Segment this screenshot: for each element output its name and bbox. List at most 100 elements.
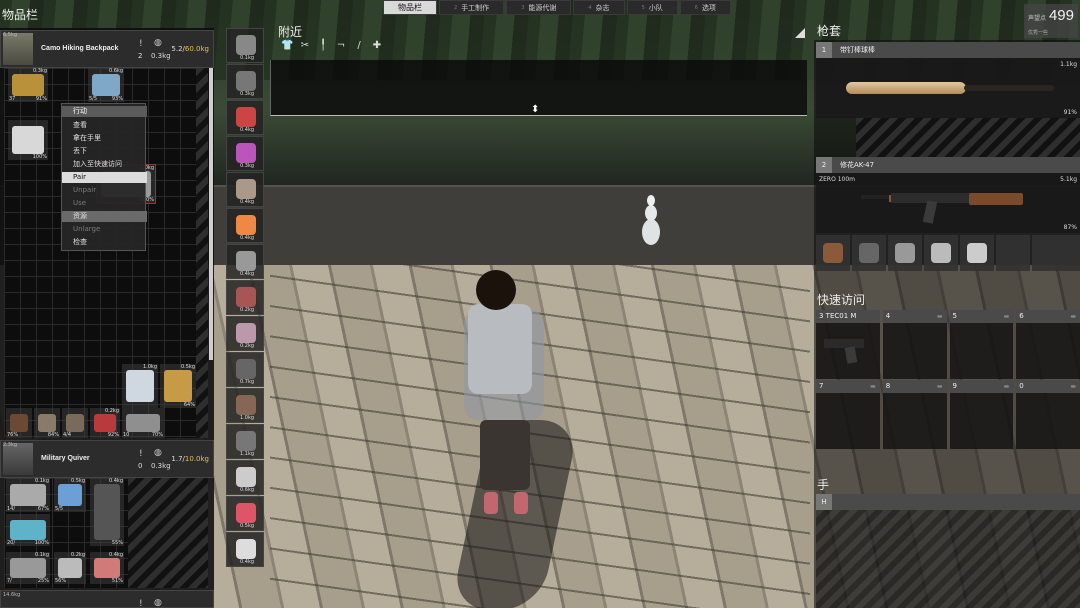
magazine-icon [931, 243, 951, 263]
hand-slot[interactable]: H [816, 494, 1080, 608]
quiver-slot[interactable]: 2.3kg Military Quiver ! ◍ 0 0.3kg 1.7/10… [0, 440, 214, 478]
arrow-bundle-item[interactable]: 0.1kg 7/25% [6, 552, 50, 584]
belt-slot[interactable]: 0.4kg [226, 100, 264, 135]
attachment-slot[interactable] [924, 235, 958, 271]
tab-squad[interactable]: 5 小队 [626, 0, 678, 15]
weapon-name: 带钉棒球棒 [840, 46, 875, 54]
belt-slot[interactable]: 0.4kg [226, 532, 264, 567]
attachment-slot[interactable] [888, 235, 922, 271]
water-bottle-item[interactable]: 0.6kg 5/5 93% [88, 68, 124, 102]
item-icon [236, 179, 256, 199]
clothing-filter-icon[interactable]: 👕 [281, 40, 293, 52]
tab-crafting[interactable]: 2 手工制作 [439, 0, 505, 15]
beer-bottle-item[interactable]: 0.5kg 64% [160, 364, 196, 408]
quick-slot-0[interactable]: 0 ▬ [1016, 380, 1080, 449]
item-icon [236, 503, 256, 523]
lock-icon: ▬ [870, 383, 876, 390]
resize-handle-icon[interactable]: ⬍ [531, 104, 539, 115]
radio-icon [12, 126, 44, 154]
knife-icon [94, 484, 120, 540]
ammo-icon: ! [139, 599, 143, 608]
belt-slot[interactable]: 0.7kg [226, 352, 264, 387]
quick-slot-7[interactable]: 7 ▬ [816, 380, 880, 449]
backpack-slot[interactable]: 6.5kg Camo Hiking Backpack ! ◍ 2 0.3kg 5… [0, 30, 214, 68]
item-icon [236, 323, 256, 343]
tab-metabolism[interactable]: 3 能源代谢 [506, 0, 572, 15]
attachment-slot[interactable] [852, 235, 886, 271]
can-item[interactable]: 84% [34, 408, 60, 438]
lower-slot[interactable]: 14.6kg ! ◍ [0, 590, 214, 608]
menu-item-quick-access[interactable]: 加入至快速访问 [62, 159, 147, 170]
tab-inventory[interactable]: 物品栏 [383, 0, 437, 15]
belt-slot[interactable]: 0.4kg [226, 208, 264, 243]
belt-slot[interactable]: 1.1kg [226, 424, 264, 459]
belt-slot[interactable]: 0.3kg [226, 64, 264, 99]
menu-item-inspect[interactable]: 查看 [62, 120, 147, 131]
belt-slot[interactable]: 0.1kg [226, 28, 264, 63]
quick-slot-4[interactable]: 4 ▬ [882, 310, 947, 379]
attachment-slot[interactable] [960, 235, 994, 271]
quick-slot-5[interactable]: 5 ▬ [949, 310, 1014, 379]
belt-slot[interactable]: 0.4kg [226, 172, 264, 207]
item-icon [236, 359, 256, 379]
ammo-filter-icon[interactable]: ╿ [317, 40, 329, 52]
item-icon [236, 35, 256, 55]
ammo-item[interactable]: 0.3kg 37 91% [8, 68, 48, 102]
item-icon [236, 143, 256, 163]
tab-magazine[interactable]: 4 杂志 [573, 0, 625, 15]
arrow-item[interactable]: 0.1kg 14/67% [6, 478, 50, 512]
belt-slot[interactable]: 0.2kg [226, 316, 264, 351]
menu-item-use[interactable]: Use [62, 198, 147, 209]
weapon-slot-1[interactable]: 1 带钉棒球棒 1.1kg 91% [816, 42, 1080, 158]
belt-slot[interactable]: 0.3kg [226, 136, 264, 171]
water-drop-icon: ◍ [154, 38, 162, 48]
item-icon [236, 215, 256, 235]
menu-item-unlarge[interactable]: Unlarge [62, 224, 147, 235]
walkie-talkie-item[interactable]: 100% [8, 120, 48, 160]
bottle-item[interactable]: 0.5kg 5/5 [54, 478, 86, 512]
tools-filter-icon[interactable]: ✂ [299, 40, 311, 52]
menu-item-resources[interactable]: 资源 [62, 211, 147, 222]
top-tab-bar: 物品栏 2 手工制作 3 能源代谢 4 杂志 5 小队 6 选项 [383, 0, 731, 15]
quick-slot-8[interactable]: 8 ▬ [882, 380, 947, 449]
bag-icon [94, 558, 120, 578]
belt-slot[interactable]: 1.0kg [226, 388, 264, 423]
inventory-title: 物品栏 [2, 8, 39, 22]
menu-item-pair[interactable]: Pair [62, 172, 147, 183]
nearby-title: 附近 [278, 25, 303, 39]
quick-slot-6[interactable]: 6 ▬ [1016, 310, 1080, 379]
melee-filter-icon[interactable]: / [353, 40, 365, 52]
ammo-icon: ! [139, 449, 143, 459]
bag-item[interactable]: 0.4kg 51% [90, 552, 124, 584]
menu-item-hold[interactable]: 拿在手里 [62, 133, 147, 144]
backpack-scrollbar[interactable] [209, 68, 213, 360]
medical-filter-icon[interactable]: ✚ [371, 40, 383, 52]
quick-slot-9[interactable]: 9 ▬ [949, 380, 1014, 449]
attachment-slot[interactable] [996, 235, 1030, 271]
quick-slot-3[interactable]: 3 TEC01 M [816, 310, 880, 379]
box-item[interactable]: 10 70% [122, 408, 164, 438]
tool-item[interactable]: 0.2kg 56% [54, 552, 86, 584]
can-icon [38, 414, 56, 432]
attachment-slot[interactable] [816, 235, 850, 271]
belt-slot[interactable]: 0.4kg [226, 244, 264, 279]
milk-carton-item[interactable]: 1.0kg [122, 364, 158, 408]
can-item-2[interactable]: 4/4 [62, 408, 88, 438]
bandage-item[interactable]: 20/100% [6, 514, 50, 546]
soup-can-item[interactable]: 0.2kg 92% [90, 408, 120, 438]
chocolate-item[interactable]: 76% [6, 408, 32, 438]
arrow-icon [10, 558, 46, 578]
belt-slot[interactable]: 0.2kg [226, 280, 264, 315]
backpack-capacity: 5.2/60.0kg [171, 45, 209, 53]
quick-access-row: 7 ▬ 8 ▬ 9 ▬ 0 ▬ [816, 380, 1080, 449]
menu-item-check[interactable]: 检查 [62, 237, 147, 248]
belt-slot[interactable]: 0.5kg [226, 496, 264, 531]
weapon-slot-2[interactable]: 2 修花AK-47 ZERO 100m 5.1kg 87% [816, 157, 1080, 233]
knife-item[interactable]: 0.4kg 55% [90, 478, 124, 546]
menu-item-drop[interactable]: 丢下 [62, 146, 147, 157]
tab-options[interactable]: 6 选项 [679, 0, 731, 15]
menu-item-unpair[interactable]: Unpair [62, 185, 147, 196]
weapon-filter-icon[interactable]: ¬ [335, 40, 347, 52]
belt-slot[interactable]: 0.6kg [226, 460, 264, 495]
soup-icon [94, 414, 116, 432]
